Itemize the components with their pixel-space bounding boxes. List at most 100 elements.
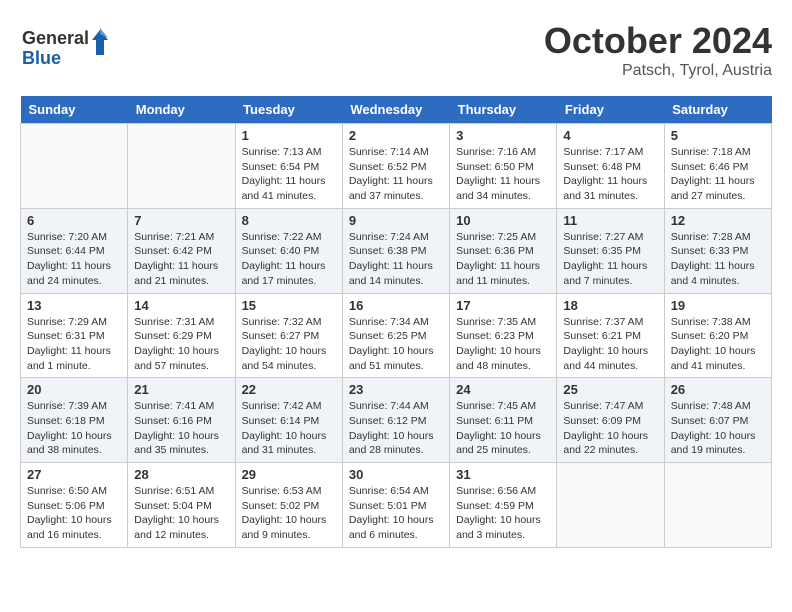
calendar-week-row: 6 Sunrise: 7:20 AMSunset: 6:44 PMDaylight… — [21, 208, 772, 293]
page-header: General Blue October 2024 Patsch, Tyrol,… — [20, 20, 772, 80]
day-info: Sunrise: 7:48 AMSunset: 6:07 PMDaylight:… — [671, 399, 765, 458]
day-number: 15 — [242, 298, 336, 313]
calendar-cell: 19Sunrise: 7:38 AMSunset: 6:20 PMDayligh… — [664, 293, 771, 378]
day-info: Sunrise: 6:53 AMSunset: 5:02 PMDaylight:… — [242, 484, 336, 543]
day-info: Sunrise: 7:42 AMSunset: 6:14 PMDaylight:… — [242, 399, 336, 458]
calendar-cell: 2 Sunrise: 7:14 AMSunset: 6:52 PMDaylight… — [342, 124, 449, 209]
calendar-cell: 24Sunrise: 7:45 AMSunset: 6:11 PMDayligh… — [450, 378, 557, 463]
calendar-cell: 10 Sunrise: 7:25 AMSunset: 6:36 PMDayligh… — [450, 208, 557, 293]
calendar-week-row: 27 Sunrise: 6:50 AMSunset: 5:06 PMDayligh… — [21, 463, 772, 548]
calendar-cell: 8 Sunrise: 7:22 AMSunset: 6:40 PMDaylight… — [235, 208, 342, 293]
day-number: 1 — [242, 128, 336, 143]
weekday-header-sunday: Sunday — [21, 96, 128, 124]
day-info: Sunrise: 6:56 AMSunset: 4:59 PMDaylight:… — [456, 484, 550, 543]
day-number: 12 — [671, 213, 765, 228]
calendar-cell: 25 Sunrise: 7:47 AMSunset: 6:09 PMDayligh… — [557, 378, 664, 463]
day-number: 20 — [27, 382, 121, 397]
day-number: 21 — [134, 382, 228, 397]
day-number: 2 — [349, 128, 443, 143]
title-block: October 2024 Patsch, Tyrol, Austria — [544, 20, 772, 80]
day-number: 25 — [563, 382, 657, 397]
day-number: 31 — [456, 467, 550, 482]
calendar-cell: 18Sunrise: 7:37 AMSunset: 6:21 PMDayligh… — [557, 293, 664, 378]
calendar-cell: 12Sunrise: 7:28 AMSunset: 6:33 PMDayligh… — [664, 208, 771, 293]
day-info: Sunrise: 7:17 AMSunset: 6:48 PMDaylight:… — [563, 145, 657, 204]
day-number: 13 — [27, 298, 121, 313]
day-number: 19 — [671, 298, 765, 313]
calendar-cell: 7 Sunrise: 7:21 AMSunset: 6:42 PMDaylight… — [128, 208, 235, 293]
day-number: 9 — [349, 213, 443, 228]
weekday-header-row: SundayMondayTuesdayWednesdayThursdayFrid… — [21, 96, 772, 124]
day-info: Sunrise: 7:41 AMSunset: 6:16 PMDaylight:… — [134, 399, 228, 458]
day-info: Sunrise: 7:21 AMSunset: 6:42 PMDaylight:… — [134, 230, 228, 289]
calendar-cell: 23 Sunrise: 7:44 AMSunset: 6:12 PMDayligh… — [342, 378, 449, 463]
day-info: Sunrise: 7:20 AMSunset: 6:44 PMDaylight:… — [27, 230, 121, 289]
day-number: 7 — [134, 213, 228, 228]
day-info: Sunrise: 7:31 AMSunset: 6:29 PMDaylight:… — [134, 315, 228, 374]
day-info: Sunrise: 7:13 AMSunset: 6:54 PMDaylight:… — [242, 145, 336, 204]
calendar-cell: 17 Sunrise: 7:35 AMSunset: 6:23 PMDayligh… — [450, 293, 557, 378]
calendar-cell: 4 Sunrise: 7:17 AMSunset: 6:48 PMDaylight… — [557, 124, 664, 209]
month-title: October 2024 — [544, 20, 772, 62]
day-number: 16 — [349, 298, 443, 313]
day-info: Sunrise: 7:24 AMSunset: 6:38 PMDaylight:… — [349, 230, 443, 289]
day-info: Sunrise: 7:14 AMSunset: 6:52 PMDaylight:… — [349, 145, 443, 204]
day-number: 5 — [671, 128, 765, 143]
calendar-cell: 14 Sunrise: 7:31 AMSunset: 6:29 PMDayligh… — [128, 293, 235, 378]
day-number: 29 — [242, 467, 336, 482]
day-info: Sunrise: 7:35 AMSunset: 6:23 PMDaylight:… — [456, 315, 550, 374]
day-number: 28 — [134, 467, 228, 482]
calendar-cell: 28 Sunrise: 6:51 AMSunset: 5:04 PMDayligh… — [128, 463, 235, 548]
day-number: 11 — [563, 213, 657, 228]
calendar-cell: 6 Sunrise: 7:20 AMSunset: 6:44 PMDaylight… — [21, 208, 128, 293]
day-number: 10 — [456, 213, 550, 228]
day-info: Sunrise: 7:39 AMSunset: 6:18 PMDaylight:… — [27, 399, 121, 458]
day-number: 14 — [134, 298, 228, 313]
calendar-cell: 26 Sunrise: 7:48 AMSunset: 6:07 PMDayligh… — [664, 378, 771, 463]
day-number: 27 — [27, 467, 121, 482]
day-info: Sunrise: 7:22 AMSunset: 6:40 PMDaylight:… — [242, 230, 336, 289]
logo: General Blue — [20, 20, 110, 70]
calendar-cell: 5 Sunrise: 7:18 AMSunset: 6:46 PMDaylight… — [664, 124, 771, 209]
day-info: Sunrise: 7:29 AMSunset: 6:31 PMDaylight:… — [27, 315, 121, 374]
day-number: 30 — [349, 467, 443, 482]
calendar-cell: 13 Sunrise: 7:29 AMSunset: 6:31 PMDayligh… — [21, 293, 128, 378]
day-info: Sunrise: 7:44 AMSunset: 6:12 PMDaylight:… — [349, 399, 443, 458]
day-number: 8 — [242, 213, 336, 228]
day-info: Sunrise: 6:54 AMSunset: 5:01 PMDaylight:… — [349, 484, 443, 543]
calendar-cell — [128, 124, 235, 209]
day-number: 23 — [349, 382, 443, 397]
day-info: Sunrise: 7:34 AMSunset: 6:25 PMDaylight:… — [349, 315, 443, 374]
location: Patsch, Tyrol, Austria — [544, 62, 772, 80]
calendar-cell: 16 Sunrise: 7:34 AMSunset: 6:25 PMDayligh… — [342, 293, 449, 378]
day-info: Sunrise: 7:25 AMSunset: 6:36 PMDaylight:… — [456, 230, 550, 289]
calendar-cell — [557, 463, 664, 548]
day-info: Sunrise: 7:18 AMSunset: 6:46 PMDaylight:… — [671, 145, 765, 204]
weekday-header-monday: Monday — [128, 96, 235, 124]
day-info: Sunrise: 7:47 AMSunset: 6:09 PMDaylight:… — [563, 399, 657, 458]
calendar-week-row: 20 Sunrise: 7:39 AMSunset: 6:18 PMDayligh… — [21, 378, 772, 463]
calendar-table: SundayMondayTuesdayWednesdayThursdayFrid… — [20, 96, 772, 548]
calendar-cell: 21 Sunrise: 7:41 AMSunset: 6:16 PMDayligh… — [128, 378, 235, 463]
day-number: 24 — [456, 382, 550, 397]
weekday-header-tuesday: Tuesday — [235, 96, 342, 124]
day-info: Sunrise: 7:16 AMSunset: 6:50 PMDaylight:… — [456, 145, 550, 204]
calendar-cell: 29 Sunrise: 6:53 AMSunset: 5:02 PMDayligh… — [235, 463, 342, 548]
calendar-week-row: 1 Sunrise: 7:13 AMSunset: 6:54 PMDaylight… — [21, 124, 772, 209]
day-info: Sunrise: 7:37 AMSunset: 6:21 PMDaylight:… — [563, 315, 657, 374]
weekday-header-friday: Friday — [557, 96, 664, 124]
calendar-week-row: 13 Sunrise: 7:29 AMSunset: 6:31 PMDayligh… — [21, 293, 772, 378]
day-number: 26 — [671, 382, 765, 397]
day-info: Sunrise: 7:27 AMSunset: 6:35 PMDaylight:… — [563, 230, 657, 289]
day-number: 6 — [27, 213, 121, 228]
calendar-cell: 9 Sunrise: 7:24 AMSunset: 6:38 PMDaylight… — [342, 208, 449, 293]
day-info: Sunrise: 6:51 AMSunset: 5:04 PMDaylight:… — [134, 484, 228, 543]
calendar-cell: 20 Sunrise: 7:39 AMSunset: 6:18 PMDayligh… — [21, 378, 128, 463]
day-number: 3 — [456, 128, 550, 143]
day-number: 4 — [563, 128, 657, 143]
day-number: 17 — [456, 298, 550, 313]
calendar-cell — [21, 124, 128, 209]
day-info: Sunrise: 7:32 AMSunset: 6:27 PMDaylight:… — [242, 315, 336, 374]
day-info: Sunrise: 6:50 AMSunset: 5:06 PMDaylight:… — [27, 484, 121, 543]
calendar-cell: 22Sunrise: 7:42 AMSunset: 6:14 PMDayligh… — [235, 378, 342, 463]
